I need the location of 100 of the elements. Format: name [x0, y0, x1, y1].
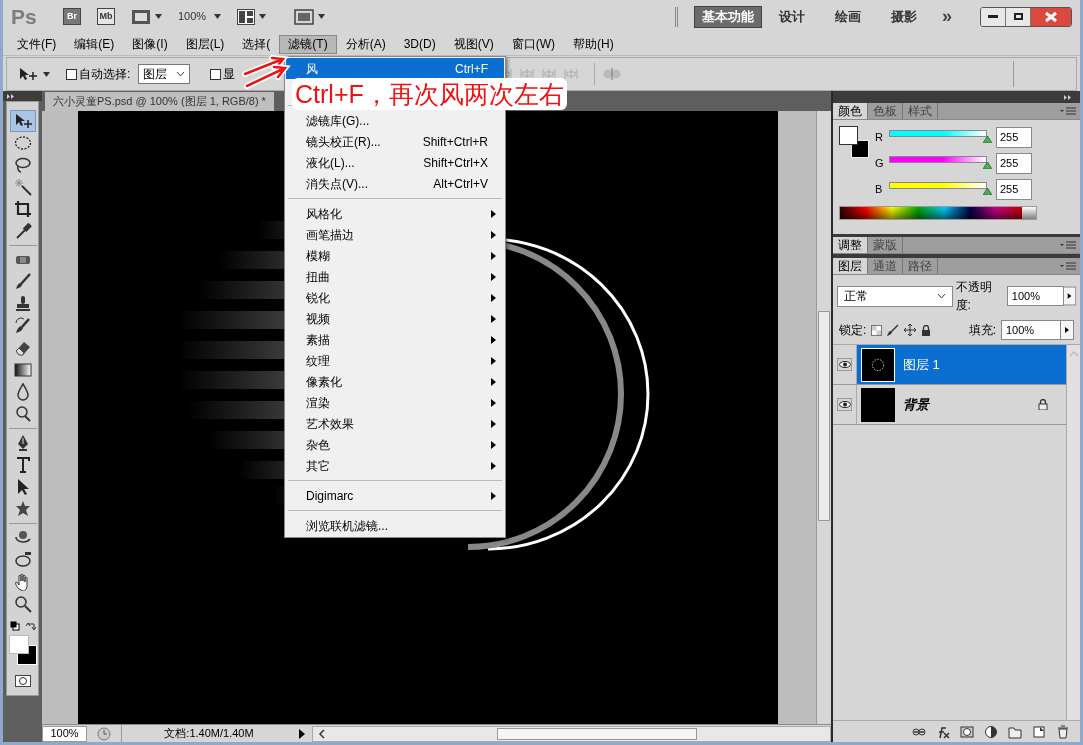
color-swatches[interactable] [839, 126, 869, 158]
play-icon[interactable] [1062, 286, 1076, 306]
shortcut-label: Ctrl+F [455, 60, 489, 78]
expand-icon[interactable] [7, 93, 15, 99]
visibility-toggle[interactable] [837, 358, 852, 371]
move-icon[interactable] [904, 324, 917, 336]
tool-button[interactable] [9, 110, 36, 132]
fill-field[interactable]: 100% [1001, 320, 1061, 340]
dashed-ellipse-icon [13, 134, 32, 152]
menu-item[interactable]: 选择( [233, 34, 280, 54]
maximize-button[interactable] [1006, 7, 1031, 26]
menu-item[interactable]: 视频 [286, 308, 504, 329]
workspace-button[interactable]: 绘画 [822, 5, 874, 28]
panel-tab[interactable]: 图层 [833, 258, 868, 274]
workspace-button[interactable]: 摄影 [878, 5, 930, 28]
color-swatches[interactable] [6, 635, 39, 665]
menu-item[interactable]: 渲染 [286, 392, 504, 413]
chevron-left-icon[interactable] [317, 728, 327, 739]
mini-bridge-button[interactable]: Mb [97, 8, 115, 25]
screen-mode-icon[interactable] [294, 8, 315, 25]
menu-item[interactable]: 滤镜库(G)... [286, 110, 504, 131]
slider-thumb[interactable] [982, 188, 992, 195]
menu-item[interactable]: 艺术效果 [286, 413, 504, 434]
menu-item[interactable]: 纹理 [286, 350, 504, 371]
checkbox[interactable] [66, 68, 77, 80]
panel-tab[interactable]: 色板 [868, 103, 903, 119]
slider-thumb[interactable] [982, 136, 992, 143]
menu-item[interactable]: Digimarc [286, 485, 504, 506]
visibility-toggle[interactable] [837, 398, 852, 411]
scrollbar-thumb[interactable] [497, 727, 697, 740]
move-tool-icon[interactable] [19, 67, 39, 81]
checkbox[interactable] [210, 68, 222, 80]
panel-tab[interactable]: 蒙版 [868, 237, 903, 253]
spectrum-bar[interactable] [839, 206, 1037, 220]
menu-item[interactable]: 图像(I) [123, 34, 177, 54]
opacity-field[interactable]: 100% [1006, 286, 1064, 306]
menu-item[interactable]: 3D(D) [394, 34, 445, 54]
menu-item[interactable]: 模糊 [286, 245, 504, 266]
collapse-icon[interactable] [1064, 94, 1072, 100]
menu-item[interactable]: 滤镜(T) [279, 34, 337, 54]
menu-item[interactable]: 风 Ctrl+F [286, 58, 504, 79]
panel-tab[interactable]: 颜色 [833, 103, 868, 119]
menu-item[interactable]: 图层(L) [176, 34, 234, 54]
more-workspaces-button[interactable]: » [934, 3, 960, 30]
panel-tab[interactable]: 样式 [903, 103, 938, 119]
new-layer-icon[interactable] [1032, 724, 1046, 739]
menu-item[interactable]: 帮助(H) [564, 34, 623, 54]
menu-item[interactable]: 液化(L)... Shift+Ctrl+X [286, 152, 504, 173]
quick-mask-button[interactable] [14, 675, 31, 687]
menu-item[interactable]: 窗口(W) [502, 34, 564, 54]
menu-item[interactable]: 扭曲 [286, 266, 504, 287]
arrow [243, 63, 291, 89]
workspace-button[interactable]: 设计 [766, 5, 818, 28]
layer-row[interactable]: 背景 [833, 385, 1066, 425]
zoom-field[interactable]: 100% [42, 725, 87, 742]
menu-item[interactable]: 锐化 [286, 287, 504, 308]
value-field[interactable]: 255 [996, 126, 1032, 148]
menu-item[interactable]: 风格化 [286, 203, 504, 224]
zoom-level[interactable]: 100% [178, 8, 207, 25]
default-colors-icon[interactable] [9, 621, 20, 631]
bridge-button[interactable]: Br [63, 8, 81, 25]
menu-item[interactable]: 杂色 [286, 434, 504, 455]
checker-icon[interactable] [871, 324, 883, 336]
menu-item[interactable]: 分析(A) [336, 34, 395, 54]
menu-item[interactable]: 浏览联机滤镜... [286, 515, 504, 536]
brush-icon[interactable] [887, 324, 900, 336]
minimize-button[interactable] [981, 7, 1006, 26]
slider-thumb[interactable] [982, 162, 992, 169]
menu-item[interactable]: 镜头校正(R)... Shift+Ctrl+R [286, 131, 504, 152]
folder-icon[interactable] [1008, 724, 1022, 739]
workspace-button[interactable]: 基本功能 [694, 5, 762, 28]
value-field[interactable]: 255 [996, 152, 1032, 174]
menu-item[interactable]: 像素化 [286, 371, 504, 392]
panel-tab[interactable]: 路径 [903, 258, 938, 274]
panel-tab[interactable]: 调整 [833, 237, 868, 253]
play-icon[interactable] [1060, 320, 1074, 340]
menu-item[interactable]: 文件(F) [8, 34, 66, 54]
target-dropdown[interactable]: 图层 [138, 64, 191, 84]
layout-icon[interactable] [237, 8, 256, 25]
fx-icon[interactable] [936, 724, 950, 739]
scrollbar-thumb[interactable] [818, 311, 830, 521]
blend-mode-dropdown[interactable]: 正常 [837, 285, 953, 307]
submenu-arrow-icon [491, 440, 496, 449]
menu-item[interactable]: 画笔描边 [286, 224, 504, 245]
document-tab[interactable]: 六小灵童PS.psd @ 100% (图层 1, RGB/8) * [45, 92, 274, 111]
lock-icon[interactable] [921, 324, 932, 336]
swap-icon[interactable] [25, 621, 36, 631]
menu-item[interactable]: 其它 [286, 455, 504, 476]
value-field[interactable]: 255 [996, 178, 1032, 200]
panel-tab[interactable]: 通道 [868, 258, 903, 274]
mask-icon[interactable] [960, 724, 974, 739]
menu-item[interactable]: 素描 [286, 329, 504, 350]
menu-item[interactable]: 视图(V) [444, 34, 503, 54]
adjustment-icon[interactable] [984, 724, 998, 739]
trash-icon[interactable] [1056, 724, 1070, 739]
layer-row[interactable]: 图层 1 [833, 345, 1066, 385]
film-icon[interactable] [131, 8, 151, 25]
close-icon[interactable] [1031, 7, 1071, 26]
menu-item[interactable]: 消失点(V)... Alt+Ctrl+V [286, 173, 504, 194]
menu-item[interactable]: 编辑(E) [65, 34, 124, 54]
